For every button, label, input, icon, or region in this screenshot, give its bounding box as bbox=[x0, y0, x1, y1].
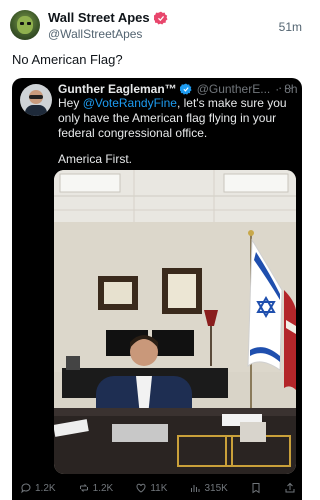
share-icon bbox=[285, 482, 295, 493]
post-header: Wall Street Apes @WallStreetApes 51m bbox=[10, 8, 304, 44]
views-icon bbox=[191, 485, 200, 492]
like-count: 11K bbox=[150, 482, 168, 494]
bookmark-button[interactable] bbox=[250, 482, 262, 494]
reply-count: 1.2K bbox=[35, 482, 56, 494]
views-count: 315K bbox=[204, 482, 228, 494]
quoted-post-text: Hey @VoteRandyFine, let's make sure you … bbox=[58, 96, 294, 141]
office-photo[interactable] bbox=[54, 170, 296, 474]
verified-badge-icon bbox=[179, 83, 192, 95]
author-name-row[interactable]: Wall Street Apes bbox=[48, 10, 168, 25]
quoted-author-avatar[interactable] bbox=[20, 84, 52, 116]
quoted-text-prefix: Hey bbox=[58, 96, 83, 110]
verified-badge-icon bbox=[153, 11, 168, 24]
reply-icon bbox=[21, 483, 31, 494]
office-photo-illustration bbox=[54, 170, 296, 474]
reply-button[interactable]: 1.2K bbox=[20, 482, 56, 494]
action-bar: 1.2K 1.2K 11K 315K bbox=[20, 480, 296, 496]
quoted-post[interactable]: Gunther Eagleman™ @GuntherE... · 8h ··· … bbox=[12, 78, 302, 500]
quoted-post-text-2: America First. bbox=[58, 152, 133, 166]
post-time[interactable]: 51m bbox=[279, 20, 302, 34]
like-button[interactable]: 11K bbox=[135, 482, 167, 494]
repost-icon bbox=[79, 484, 88, 492]
repost-button[interactable]: 1.2K bbox=[78, 482, 114, 494]
author-name[interactable]: Wall Street Apes bbox=[48, 10, 150, 25]
author-avatar[interactable] bbox=[10, 10, 40, 40]
mention-link[interactable]: @VoteRandyFine bbox=[83, 96, 177, 110]
bookmark-icon bbox=[252, 483, 260, 494]
share-button[interactable] bbox=[284, 482, 296, 494]
repost-count: 1.2K bbox=[92, 482, 114, 494]
quoted-author-name[interactable]: Gunther Eagleman™ bbox=[58, 82, 177, 96]
like-icon bbox=[136, 483, 146, 493]
more-icon[interactable]: ··· bbox=[278, 80, 294, 95]
post-text: No American Flag? bbox=[12, 52, 123, 67]
quoted-author-row[interactable]: Gunther Eagleman™ @GuntherE... · 8h bbox=[58, 82, 302, 96]
views-button[interactable]: 315K bbox=[189, 482, 228, 494]
quoted-author-handle[interactable]: @GuntherE... bbox=[197, 82, 271, 96]
author-handle[interactable]: @WallStreetApes bbox=[48, 27, 142, 41]
